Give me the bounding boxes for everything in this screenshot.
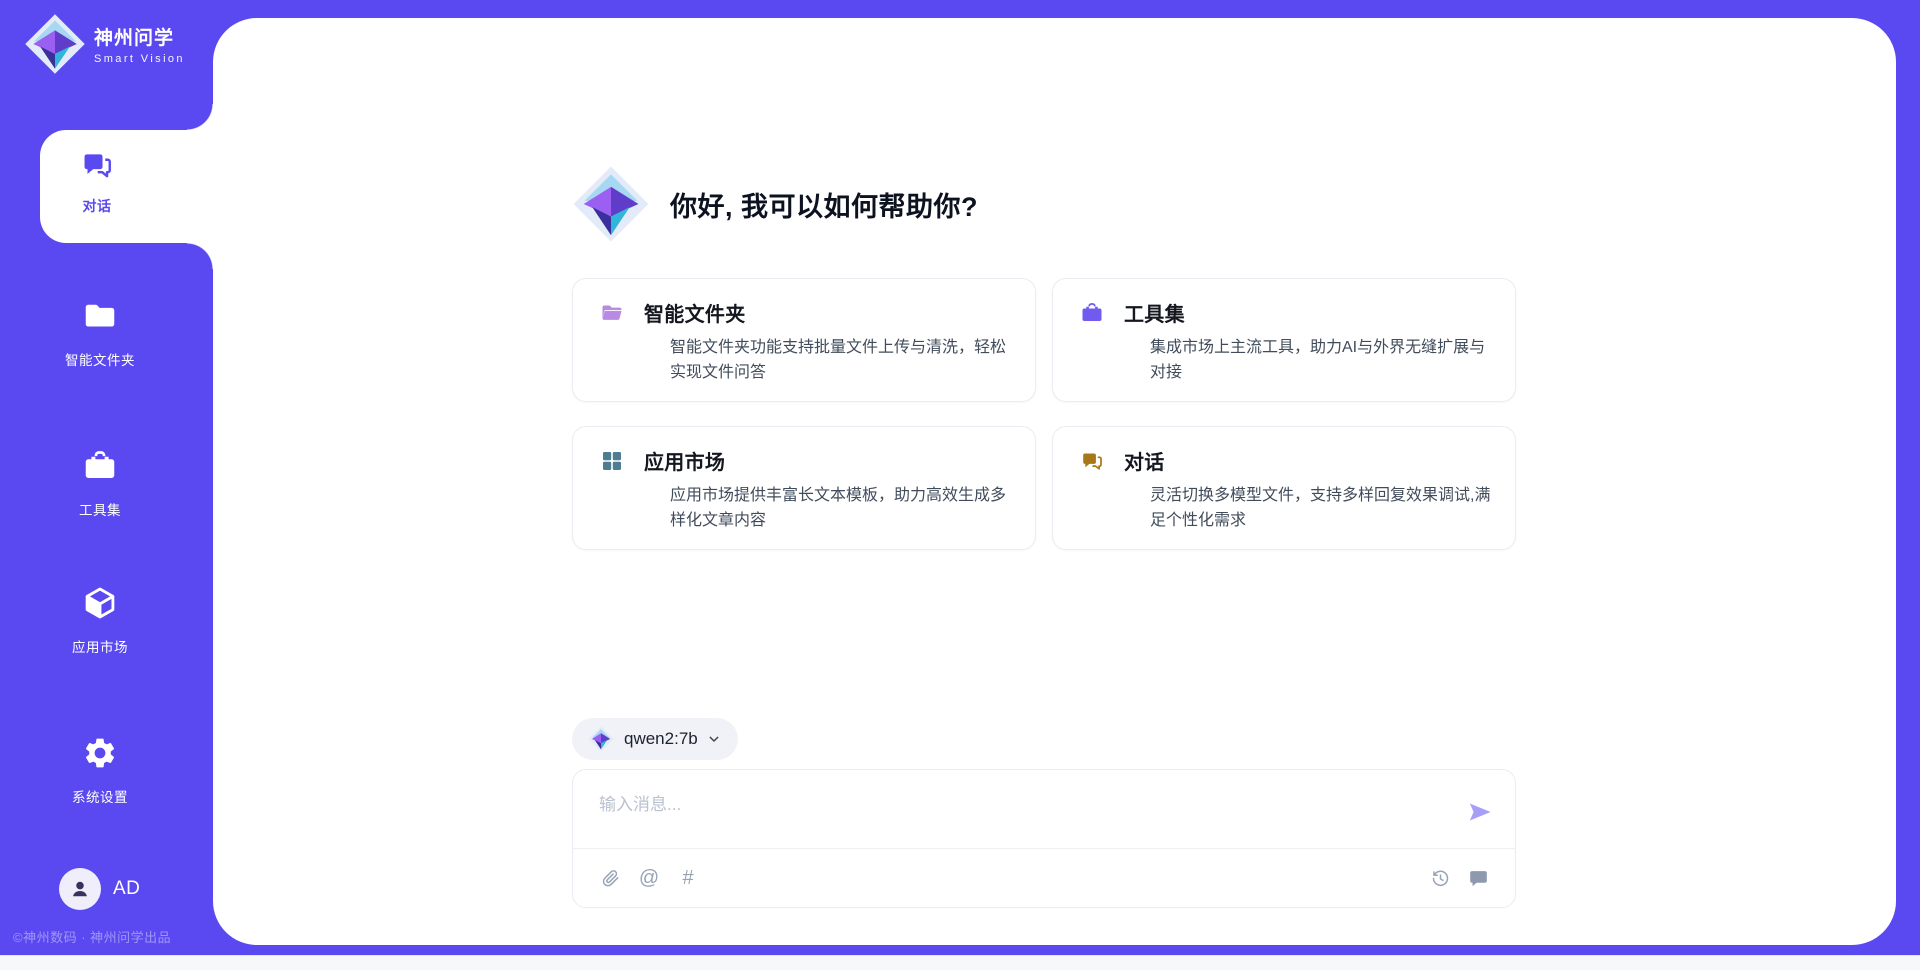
card-desc: 集成市场上主流工具，助力AI与外界无缝扩展与对接 bbox=[1150, 335, 1495, 385]
gear-icon bbox=[82, 735, 118, 771]
model-selector[interactable]: qwen2:7b bbox=[572, 718, 738, 760]
model-selector-value: qwen2:7b bbox=[624, 729, 698, 749]
main-column: 你好, 我可以如何帮助你? 智能文件夹 智能文件夹功能支持批量文件上传与清洗，轻… bbox=[572, 18, 1516, 945]
card-desc: 应用市场提供丰富长文本模板，助力高效生成多样化文章内容 bbox=[670, 483, 1015, 533]
composer-toolbar: @ # bbox=[599, 849, 1489, 907]
sidebar-item-settings[interactable]: 系统设置 bbox=[0, 735, 200, 806]
mention-glyph: @ bbox=[639, 867, 659, 889]
brand-gem-icon bbox=[24, 13, 86, 75]
card-smart-folder[interactable]: 智能文件夹 智能文件夹功能支持批量文件上传与清洗，轻松实现文件问答 bbox=[572, 278, 1036, 402]
brand-name: 神州问学 bbox=[94, 23, 185, 50]
sidebar-item-chat-content: 对话 bbox=[40, 130, 154, 243]
card-app-market[interactable]: 应用市场 应用市场提供丰富长文本模板，助力高效生成多样化文章内容 bbox=[572, 426, 1036, 550]
greeting-section: 你好, 我可以如何帮助你? bbox=[572, 165, 978, 243]
card-desc: 灵活切换多模型文件，支持多样回复效果调试,满足个性化需求 bbox=[1150, 483, 1495, 533]
card-toolset[interactable]: 工具集 集成市场上主流工具，助力AI与外界无缝扩展与对接 bbox=[1052, 278, 1516, 402]
message-input[interactable] bbox=[599, 790, 1443, 840]
card-head: 对话 bbox=[1079, 446, 1495, 475]
user-account[interactable]: AD bbox=[59, 868, 140, 910]
hash-glyph: # bbox=[682, 867, 693, 889]
feature-cards: 智能文件夹 智能文件夹功能支持批量文件上传与清洗，轻松实现文件问答 工具集 集成… bbox=[572, 278, 1516, 550]
history-icon[interactable] bbox=[1429, 867, 1451, 889]
cube-icon bbox=[82, 585, 118, 621]
user-initials: AD bbox=[113, 878, 140, 900]
briefcase-icon bbox=[82, 448, 118, 484]
card-head: 智能文件夹 bbox=[599, 298, 1015, 327]
copyright-footer: ©神州数码 · 神州问学出品 bbox=[13, 927, 171, 946]
hash-icon[interactable]: # bbox=[677, 867, 699, 889]
card-head: 应用市场 bbox=[599, 446, 1015, 475]
sidebar-item-smart-folder[interactable]: 智能文件夹 bbox=[0, 298, 200, 369]
feedback-chat-icon[interactable] bbox=[1467, 867, 1489, 889]
sidebar-item-label: 应用市场 bbox=[0, 636, 200, 656]
brand: 神州问学 Smart Vision bbox=[24, 13, 185, 75]
card-title: 工具集 bbox=[1124, 298, 1185, 327]
card-head: 工具集 bbox=[1079, 298, 1495, 327]
main-panel: 你好, 我可以如何帮助你? 智能文件夹 智能文件夹功能支持批量文件上传与清洗，轻… bbox=[213, 18, 1896, 945]
sidebar: 神州问学 Smart Vision 对话 智能文件夹 工 bbox=[0, 0, 213, 970]
card-title: 对话 bbox=[1124, 446, 1165, 475]
briefcase-icon bbox=[1079, 301, 1105, 325]
folder-icon bbox=[82, 298, 118, 334]
avatar bbox=[59, 868, 101, 910]
card-title: 应用市场 bbox=[644, 446, 725, 475]
person-icon bbox=[67, 876, 93, 902]
sidebar-item-label: 对话 bbox=[40, 196, 154, 216]
card-desc: 智能文件夹功能支持批量文件上传与清洗，轻松实现文件问答 bbox=[670, 335, 1015, 385]
card-title: 智能文件夹 bbox=[644, 298, 746, 327]
hero-gem-icon bbox=[572, 165, 650, 243]
sidebar-item-toolset[interactable]: 工具集 bbox=[0, 448, 200, 519]
chat-icon bbox=[1079, 449, 1105, 473]
send-button[interactable] bbox=[1467, 799, 1493, 825]
mention-icon[interactable]: @ bbox=[638, 867, 660, 889]
card-chat[interactable]: 对话 灵活切换多模型文件，支持多样回复效果调试,满足个性化需求 bbox=[1052, 426, 1516, 550]
brand-subtitle: Smart Vision bbox=[94, 53, 185, 65]
message-composer: @ # bbox=[572, 769, 1516, 908]
sidebar-item-label: 工具集 bbox=[0, 499, 200, 519]
greeting-title: 你好, 我可以如何帮助你? bbox=[670, 185, 978, 224]
sidebar-item-label: 系统设置 bbox=[0, 786, 200, 806]
chat-icon bbox=[80, 148, 114, 182]
page-bottom-edge bbox=[0, 955, 1920, 970]
sidebar-item-chat[interactable]: 对话 bbox=[40, 130, 213, 243]
sidebar-item-label: 智能文件夹 bbox=[0, 349, 200, 369]
grid-icon bbox=[599, 449, 625, 473]
model-gem-icon bbox=[588, 726, 614, 752]
chevron-down-icon bbox=[706, 731, 722, 747]
folder-icon bbox=[599, 301, 625, 325]
attach-file-icon[interactable] bbox=[599, 867, 621, 889]
send-plane-icon bbox=[1467, 799, 1493, 825]
sidebar-item-app-market[interactable]: 应用市场 bbox=[0, 585, 200, 656]
brand-text: 神州问学 Smart Vision bbox=[94, 23, 185, 65]
